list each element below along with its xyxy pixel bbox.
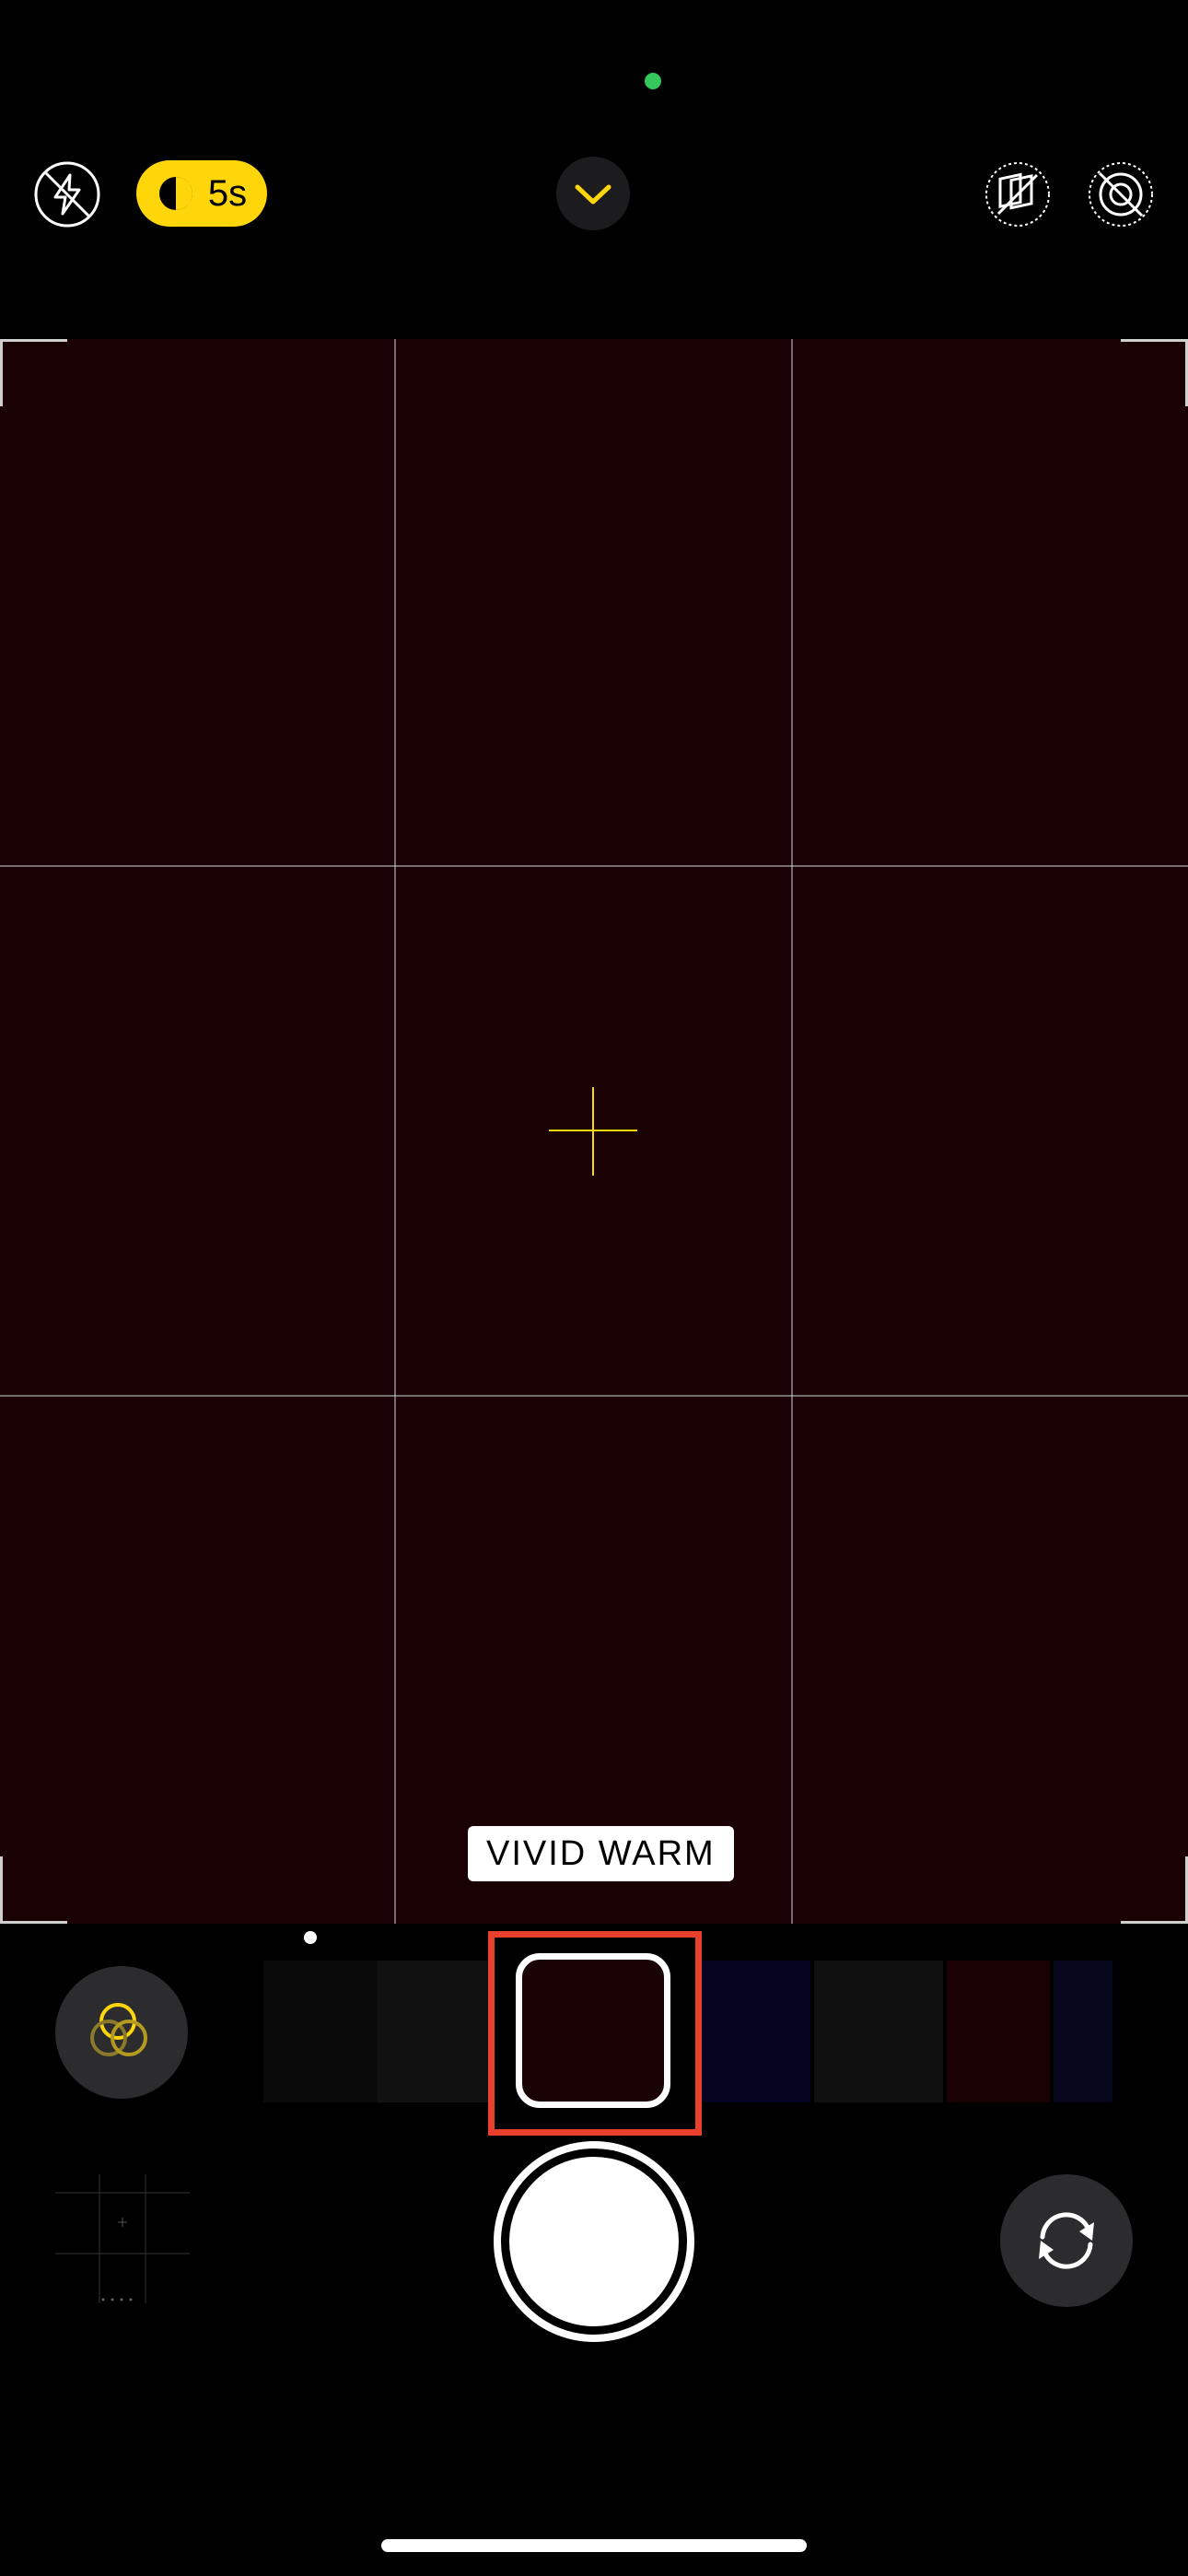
exposure-label: 5s [207,172,248,214]
chevron-down-icon [575,184,611,205]
style-swatch[interactable] [814,1961,943,2102]
camera-viewfinder[interactable] [0,339,1188,1924]
shutter-button[interactable] [494,2141,694,2342]
style-name-label: VIVID WARM [468,1826,734,1881]
live-photo-button[interactable] [1087,160,1155,228]
frame-corner [1121,339,1188,406]
style-swatch[interactable] [947,1961,1050,2102]
photographic-styles-icon [985,162,1050,227]
style-swatch[interactable] [1054,1961,1112,2102]
flash-button[interactable] [33,160,101,228]
last-photo-thumbnail[interactable] [55,2174,190,2303]
night-mode-icon [158,177,192,210]
camera-flip-button[interactable] [1000,2174,1133,2307]
thumbnail-icon [55,2174,190,2303]
styles-button[interactable] [55,1966,188,2099]
frame-corner [1121,1856,1188,1924]
grid-line [791,339,793,1924]
live-photo-off-icon [1089,162,1153,227]
camera-flip-icon [1039,2212,1094,2269]
grid-line [0,1395,1188,1397]
style-swatch[interactable] [702,1961,810,2102]
photographic-styles-button[interactable] [984,160,1052,228]
styles-icon [90,2003,147,2056]
night-mode-button[interactable]: 5s [136,160,267,227]
shutter-icon [509,2157,679,2326]
style-swatch[interactable] [263,1961,378,2102]
grid-line [0,865,1188,867]
style-swatch[interactable] [378,1961,488,2102]
home-indicator[interactable] [381,2539,807,2552]
focus-crosshair [592,1087,594,1176]
frame-corner [0,1856,67,1924]
flash-off-icon [34,161,100,228]
grid-line [394,339,396,1924]
camera-in-use-indicator [645,73,661,89]
frame-corner [0,339,67,406]
selection-highlight [488,1931,702,2136]
style-page-indicator [304,1931,317,1944]
camera-controls-toggle[interactable] [556,157,630,230]
